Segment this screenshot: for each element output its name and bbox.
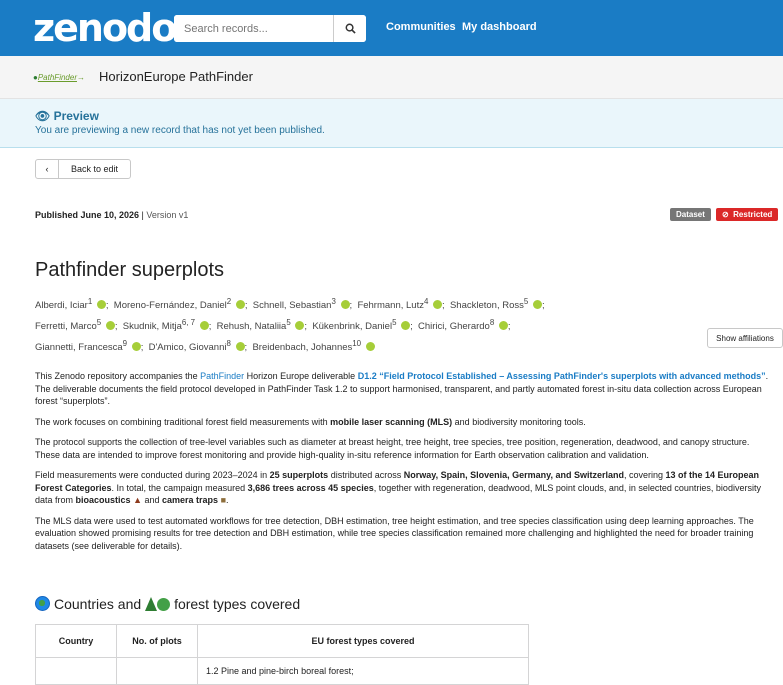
ban-icon: ⊘ [722, 210, 729, 219]
preview-title: 👁 Preview [35, 109, 99, 123]
preview-banner: 👁 Preview You are previewing a new recor… [0, 99, 783, 148]
table-header: EU forest types covered [197, 624, 529, 658]
show-affiliations-button[interactable]: Show affiliations [707, 328, 783, 348]
version-label: Version v1 [146, 210, 189, 220]
orcid-icon[interactable] [365, 342, 375, 352]
chevron-left-icon: ‹ [36, 160, 59, 178]
community-header: ●PathFinder→ HorizonEurope PathFinder [0, 56, 783, 99]
publication-date: Published June 10, 2026 [35, 210, 140, 220]
orcid-icon[interactable] [235, 342, 245, 352]
section-heading: Countries and forest types covered [35, 596, 300, 612]
orcid-icon[interactable] [199, 321, 209, 331]
orcid-icon[interactable] [401, 321, 411, 331]
author-link[interactable]: Schnell, Sebastian3 [253, 297, 350, 311]
pathfinder-link[interactable]: PathFinder [200, 371, 244, 381]
table-cell [116, 657, 198, 685]
orcid-icon[interactable] [295, 321, 305, 331]
author-link[interactable]: Breidenbach, Johannes10 [252, 339, 375, 353]
orcid-icon[interactable] [235, 300, 245, 310]
access-status-badge: ⊘ Restricted [716, 208, 779, 221]
orcid-icon[interactable] [105, 321, 115, 331]
back-to-edit-button[interactable]: ‹ Back to edit [35, 159, 131, 179]
orcid-icon[interactable] [498, 321, 508, 331]
description-paragraph: This Zenodo repository accompanies the P… [35, 371, 769, 406]
search-button[interactable] [333, 15, 366, 42]
record-title: Pathfinder superplots [35, 259, 225, 281]
community-title[interactable]: HorizonEurope PathFinder [99, 69, 253, 84]
zenodo-logo[interactable]: zenodo [33, 4, 177, 52]
eye-icon: 👁 [35, 109, 51, 123]
description-paragraph: The work focuses on combining traditiona… [35, 416, 586, 427]
search-input[interactable] [174, 15, 334, 42]
author-link[interactable]: Shackleton, Ross5 [450, 297, 542, 311]
description-paragraph: The protocol supports the collection of … [35, 437, 750, 460]
creators-list: Alberdi, Iciar1 ; Moreno-Fernández, Dani… [35, 297, 545, 354]
author-link[interactable]: Skudnik, Mitja6, 7 [123, 318, 209, 332]
table-row: 1.2 Pine and pine-birch boreal forest; [35, 657, 529, 685]
bird-icon: ▲ [133, 495, 142, 505]
author-link[interactable]: Ferretti, Marco5 [35, 318, 115, 332]
orcid-icon[interactable] [433, 300, 443, 310]
author-link[interactable]: Rehush, Nataliia5 [217, 318, 305, 332]
table-header: Country [35, 624, 117, 658]
deliverable-link[interactable]: D1.2 “Field Protocol Established – Asses… [358, 371, 766, 381]
nav-my-dashboard[interactable]: My dashboard [462, 21, 537, 33]
description-paragraph: The MLS data were used to test automated… [35, 515, 754, 551]
forest-types-table: Country No. of plots EU forest types cov… [35, 624, 529, 685]
author-link[interactable]: D'Amico, Giovanni8 [149, 339, 245, 353]
orcid-icon[interactable] [340, 300, 350, 310]
globe-icon [35, 596, 50, 611]
table-cell [35, 657, 117, 685]
author-link[interactable]: Fehrmann, Lutz4 [357, 297, 443, 311]
orcid-icon[interactable] [131, 342, 141, 352]
community-logo[interactable]: ●PathFinder→ [33, 73, 85, 82]
table-cell: 1.2 Pine and pine-birch boreal forest; [197, 657, 529, 685]
nav-communities[interactable]: Communities [386, 21, 456, 33]
author-link[interactable]: Chirici, Gherardo8 [418, 318, 508, 332]
orcid-icon[interactable] [96, 300, 106, 310]
deciduous-tree-icon [157, 598, 171, 611]
search-box [174, 15, 366, 42]
author-link[interactable]: Alberdi, Iciar1 [35, 297, 106, 311]
resource-type-badge: Dataset [670, 208, 711, 221]
table-header: No. of plots [116, 624, 198, 658]
author-link[interactable]: Giannetti, Francesca9 [35, 339, 141, 353]
description-paragraph: Field measurements were conducted during… [35, 470, 761, 505]
publication-info: Published June 10, 2026 | Version v1 [35, 210, 189, 220]
author-link[interactable]: Kükenbrink, Daniel5 [312, 318, 411, 332]
orcid-icon[interactable] [532, 300, 542, 310]
record-description: This Zenodo repository accompanies the P… [35, 370, 775, 560]
conifer-icon [145, 597, 158, 611]
top-navbar: zenodo Communities My dashboard [0, 0, 783, 56]
author-link[interactable]: Moreno-Fernández, Daniel2 [114, 297, 245, 311]
search-icon [345, 23, 356, 34]
preview-message: You are previewing a new record that has… [35, 125, 325, 136]
